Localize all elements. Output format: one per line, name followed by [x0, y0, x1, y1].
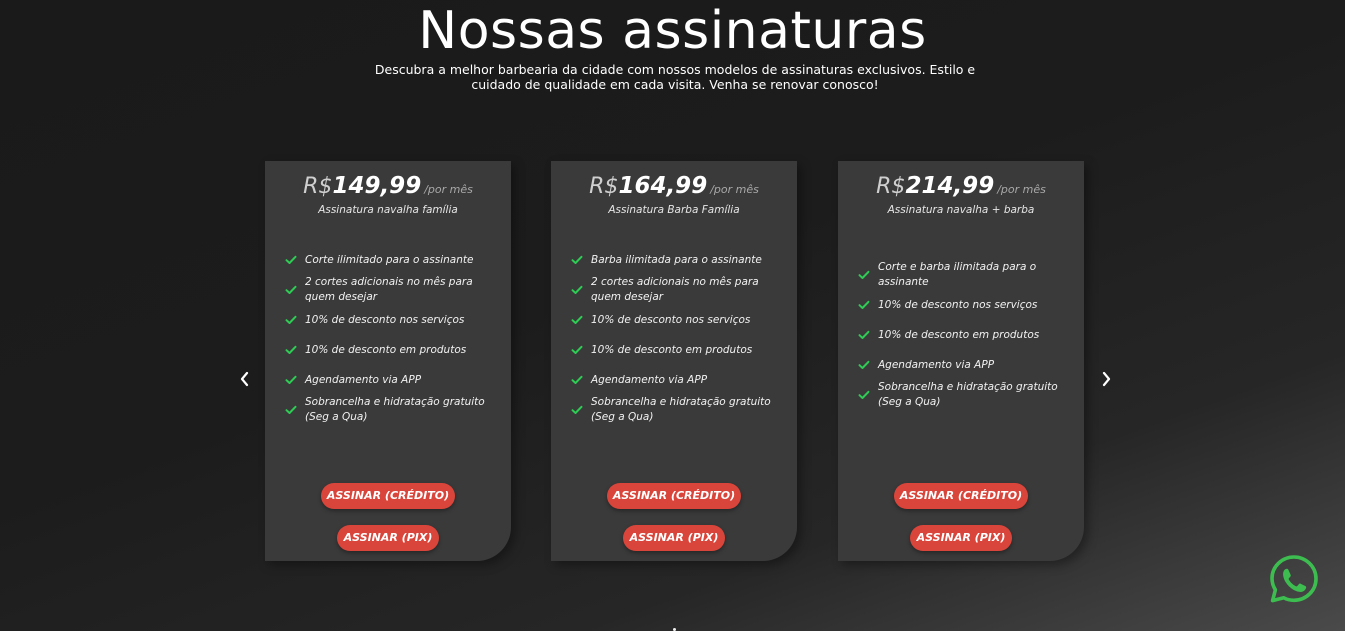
feature-item: Barba ilimitada para o assinante: [571, 245, 781, 275]
feature-text: 10% de desconto em produtos: [305, 343, 467, 356]
feature-text: 2 cortes adicionais no mês para quem des…: [591, 276, 759, 303]
feature-item: 2 cortes adicionais no mês para quem des…: [571, 275, 781, 305]
plan-price: R$214,99/por mês: [838, 173, 1084, 199]
feature-item: 10% de desconto nos serviços: [858, 290, 1068, 320]
feature-item: Agendamento via APP: [571, 365, 781, 395]
plan-card: R$164,99/por mês Assinatura Barba Famíli…: [551, 161, 797, 561]
feature-item: Sobrancelha e hidratação gratuito (Seg a…: [285, 395, 495, 425]
check-icon: [571, 345, 585, 355]
check-icon: [285, 285, 299, 295]
check-icon: [858, 390, 872, 400]
feature-item: 10% de desconto em produtos: [571, 335, 781, 365]
price-period: /por mês: [424, 183, 473, 196]
plan-name: Assinatura Barba Família: [608, 204, 740, 216]
check-icon: [571, 285, 585, 295]
feature-list: Corte e barba ilimitada para o assinante…: [858, 260, 1068, 410]
price-currency: R$: [876, 174, 906, 199]
price-amount: 164,99: [618, 173, 708, 199]
plan-price: R$149,99/por mês: [265, 173, 511, 199]
feature-item: 10% de desconto em produtos: [285, 335, 495, 365]
subscribe-pix-button[interactable]: ASSINAR (PIX): [337, 525, 439, 551]
price-amount: 214,99: [905, 173, 995, 199]
carousel-next-button[interactable]: [1097, 368, 1117, 390]
price-period: /por mês: [997, 183, 1046, 196]
feature-item: Corte ilimitado para o assinante: [285, 245, 495, 275]
subscribe-pix-button[interactable]: ASSINAR (PIX): [623, 525, 725, 551]
feature-item: Agendamento via APP: [858, 350, 1068, 380]
check-icon: [285, 405, 299, 415]
check-icon: [571, 255, 585, 265]
feature-item: 10% de desconto nos serviços: [285, 305, 495, 335]
feature-text: 10% de desconto em produtos: [878, 328, 1040, 341]
check-icon: [571, 375, 585, 385]
whatsapp-button[interactable]: [1268, 553, 1320, 605]
feature-text: 10% de desconto nos serviços: [305, 313, 465, 326]
plan-card: R$214,99/por mês Assinatura navalha + ba…: [838, 161, 1084, 561]
price-amount: 149,99: [332, 173, 422, 199]
plan-card: R$149,99/por mês Assinatura navalha famí…: [265, 161, 511, 561]
chevron-right-icon: [1102, 371, 1111, 387]
feature-text: Sobrancelha e hidratação gratuito (Seg a…: [591, 396, 771, 423]
subscribe-credit-button[interactable]: ASSINAR (CRÉDITO): [607, 483, 741, 509]
plan-name: Assinatura navalha + barba: [887, 204, 1035, 216]
feature-text: Sobrancelha e hidratação gratuito (Seg a…: [878, 381, 1058, 408]
price-period: /por mês: [710, 183, 759, 196]
check-icon: [285, 375, 299, 385]
subscribe-pix-button[interactable]: ASSINAR (PIX): [910, 525, 1012, 551]
feature-text: Corte e barba ilimitada para o assinante: [878, 261, 1037, 288]
whatsapp-icon: [1270, 555, 1318, 603]
check-icon: [285, 345, 299, 355]
feature-list: Corte ilimitado para o assinante 2 corte…: [285, 245, 495, 425]
check-icon: [858, 360, 872, 370]
check-icon: [858, 330, 872, 340]
feature-item: 2 cortes adicionais no mês para quem des…: [285, 275, 495, 305]
feature-text: Corte ilimitado para o assinante: [305, 253, 474, 266]
price-currency: R$: [589, 174, 619, 199]
plan-name: Assinatura navalha família: [318, 204, 458, 216]
check-icon: [858, 270, 872, 280]
feature-text: Sobrancelha e hidratação gratuito (Seg a…: [305, 396, 485, 423]
check-icon: [858, 300, 872, 310]
subscribe-credit-button[interactable]: ASSINAR (CRÉDITO): [321, 483, 455, 509]
check-icon: [571, 315, 585, 325]
feature-item: 10% de desconto em produtos: [858, 320, 1068, 350]
page-title: Nossas assinaturas: [418, 1, 927, 61]
check-icon: [285, 315, 299, 325]
feature-item: Agendamento via APP: [285, 365, 495, 395]
chevron-left-icon: [240, 371, 249, 387]
subscribe-credit-button[interactable]: ASSINAR (CRÉDITO): [894, 483, 1028, 509]
feature-item: 10% de desconto nos serviços: [571, 305, 781, 335]
feature-text: 10% de desconto nos serviços: [878, 298, 1038, 311]
plan-price: R$164,99/por mês: [551, 173, 797, 199]
carousel-prev-button[interactable]: [234, 368, 254, 390]
feature-text: Agendamento via APP: [305, 373, 422, 386]
feature-text: 2 cortes adicionais no mês para quem des…: [305, 276, 473, 303]
feature-text: Agendamento via APP: [591, 373, 708, 386]
feature-text: 10% de desconto nos serviços: [591, 313, 751, 326]
feature-text: Barba ilimitada para o assinante: [591, 253, 762, 266]
feature-item: Corte e barba ilimitada para o assinante: [858, 260, 1068, 290]
price-currency: R$: [303, 174, 333, 199]
feature-list: Barba ilimitada para o assinante 2 corte…: [571, 245, 781, 425]
feature-text: Agendamento via APP: [878, 358, 995, 371]
feature-text: 10% de desconto em produtos: [591, 343, 753, 356]
feature-item: Sobrancelha e hidratação gratuito (Seg a…: [571, 395, 781, 425]
check-icon: [285, 255, 299, 265]
page-subtitle: Descubra a melhor barbearia da cidade co…: [374, 62, 976, 92]
check-icon: [571, 405, 585, 415]
feature-item: Sobrancelha e hidratação gratuito (Seg a…: [858, 380, 1068, 410]
